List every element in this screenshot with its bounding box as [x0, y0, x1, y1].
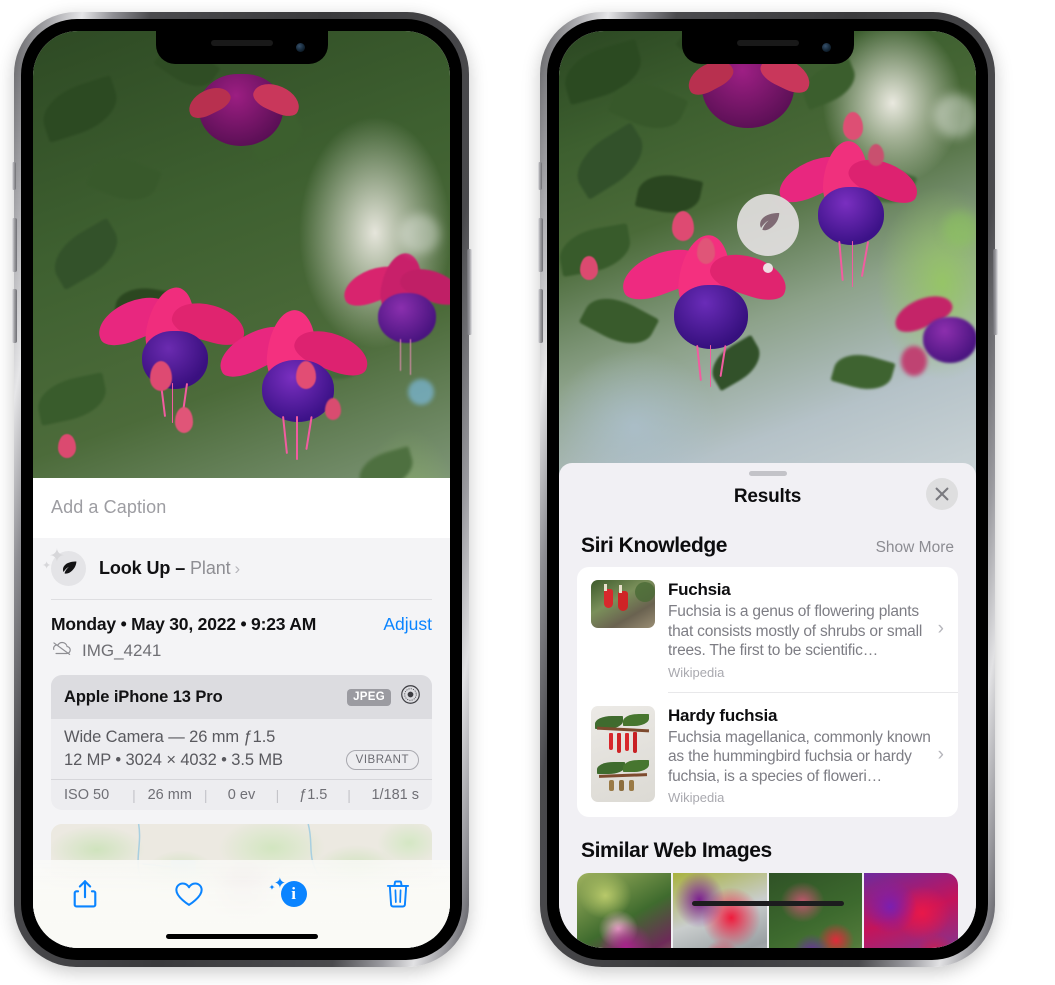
camera-device-name: Apple iPhone 13 Pro [64, 687, 223, 706]
caption-input[interactable]: Add a Caption [33, 478, 450, 538]
volume-down-button[interactable] [537, 289, 543, 343]
info-icon[interactable]: ✦ ✦ i [266, 872, 322, 916]
share-icon[interactable] [57, 872, 113, 916]
siri-knowledge-title: Siri Knowledge [581, 534, 728, 557]
screenshot-stage: Add a Caption ✦ ✦ Look Up – Plant › Mond… [0, 0, 1055, 985]
exif-iso: ISO 50 [64, 787, 110, 803]
earpiece-speaker [210, 40, 273, 46]
photo-filename-row: IMG_4241 [33, 635, 450, 675]
power-button[interactable] [992, 249, 998, 335]
result-title: Fuchsia [668, 580, 731, 599]
iphone-left-frame: Add a Caption ✦ ✦ Look Up – Plant › Mond… [11, 12, 472, 967]
camera-header: Apple iPhone 13 Pro JPEG [51, 675, 432, 719]
power-button[interactable] [466, 249, 472, 335]
adjust-button[interactable]: Adjust [383, 614, 432, 635]
camera-specs-line: 12 MP • 3024 × 4032 • 3.5 MB [64, 750, 283, 769]
look-up-label: Look Up – Plant › [99, 558, 241, 578]
photo-date-row: Monday • May 30, 2022 • 9:23 AM Adjust [33, 600, 450, 635]
volume-up-button[interactable] [537, 218, 543, 272]
iphone-left-bezel: Add a Caption ✦ ✦ Look Up – Plant › Mond… [21, 19, 462, 960]
iphone-right-bezel: Results Siri Knowledge Show More Fuchsia… [547, 19, 988, 960]
mute-switch[interactable] [12, 162, 16, 190]
result-thumbnail [591, 580, 655, 628]
siri-knowledge-cards: Fuchsia Fuchsia is a genus of flowering … [577, 567, 958, 817]
list-item[interactable]: Hardy fuchsia Fuchsia magellanica, commo… [577, 693, 958, 818]
mute-switch[interactable] [538, 162, 542, 190]
photo-date: Monday • May 30, 2022 • 9:23 AM [51, 614, 317, 634]
aperture-icon [400, 684, 421, 710]
list-item[interactable]: Fuchsia Fuchsia is a genus of flowering … [577, 567, 958, 692]
similar-web-images-header: Similar Web Images [559, 817, 976, 873]
volume-down-button[interactable] [11, 289, 17, 343]
camera-body: Wide Camera — 26 mm ƒ1.5 12 MP • 3024 × … [51, 719, 432, 779]
result-title: Hardy fuchsia [668, 705, 778, 725]
iphone-right-frame: Results Siri Knowledge Show More Fuchsia… [537, 12, 998, 967]
exif-row: ISO 50 | 26 mm | 0 ev | ƒ1.5 | 1/181 s [51, 779, 432, 810]
exif-ev: 0 ev [227, 787, 256, 803]
chevron-right-icon: › [937, 618, 944, 640]
result-source: Wikipedia [668, 790, 725, 805]
front-camera [295, 43, 305, 52]
web-image-thumbnail[interactable] [864, 873, 958, 948]
sparkle-icon: ✦ [49, 546, 65, 567]
siri-knowledge-header: Siri Knowledge Show More [559, 512, 976, 567]
camera-info-card: Apple iPhone 13 Pro JPEG Wide Camera — 2… [51, 675, 432, 810]
web-image-thumbnail[interactable] [672, 873, 767, 948]
web-image-thumbnail[interactable] [768, 873, 863, 948]
result-thumbnail [591, 705, 655, 802]
visual-lookup-badge[interactable] [736, 194, 799, 256]
home-indicator[interactable] [691, 901, 844, 906]
photo-filename: IMG_4241 [82, 640, 162, 660]
format-badge: JPEG [347, 688, 391, 706]
web-image-thumbnail[interactable] [577, 873, 671, 948]
front-camera [821, 43, 831, 52]
home-indicator[interactable] [165, 934, 318, 939]
result-source: Wikipedia [668, 664, 725, 680]
earpiece-speaker [736, 40, 799, 46]
exif-aperture: ƒ1.5 [299, 787, 328, 803]
results-header: Results [559, 476, 976, 512]
result-description: Fuchsia magellanica, commonly known as t… [668, 728, 931, 785]
notch [155, 31, 328, 64]
photographic-style-badge: VIBRANT [345, 750, 419, 770]
result-description: Fuchsia is a genus of flowering plants t… [668, 603, 923, 659]
trash-icon[interactable] [370, 872, 426, 916]
photo-fuchsia-right[interactable] [559, 31, 976, 481]
show-more-button[interactable]: Show More [876, 539, 954, 557]
notch [681, 31, 854, 64]
sparkle-small-icon: ✦ [42, 560, 52, 572]
heart-icon[interactable] [161, 872, 217, 916]
sparkle-small-icon: ✦ [268, 883, 276, 892]
results-title: Results [733, 486, 802, 507]
camera-lens-line: Wide Camera — 26 mm ƒ1.5 [64, 728, 276, 746]
close-icon[interactable] [926, 478, 958, 510]
chevron-right-icon: › [937, 743, 944, 765]
exif-focal: 26 mm [147, 787, 192, 803]
look-up-row[interactable]: ✦ ✦ Look Up – Plant › [33, 538, 450, 599]
exif-shutter: 1/181 s [371, 787, 420, 803]
similar-web-images-title: Similar Web Images [581, 839, 772, 862]
results-sheet: Results Siri Knowledge Show More Fuchsia… [559, 463, 976, 948]
iphone-right-screen: Results Siri Knowledge Show More Fuchsia… [559, 31, 976, 948]
iphone-left-screen: Add a Caption ✦ ✦ Look Up – Plant › Mond… [33, 31, 450, 948]
volume-up-button[interactable] [11, 218, 17, 272]
cloud-slash-icon [51, 640, 73, 661]
similar-web-images-row[interactable] [577, 873, 958, 948]
leaf-icon [753, 208, 783, 243]
sparkle-icon: ✦ [273, 875, 287, 892]
